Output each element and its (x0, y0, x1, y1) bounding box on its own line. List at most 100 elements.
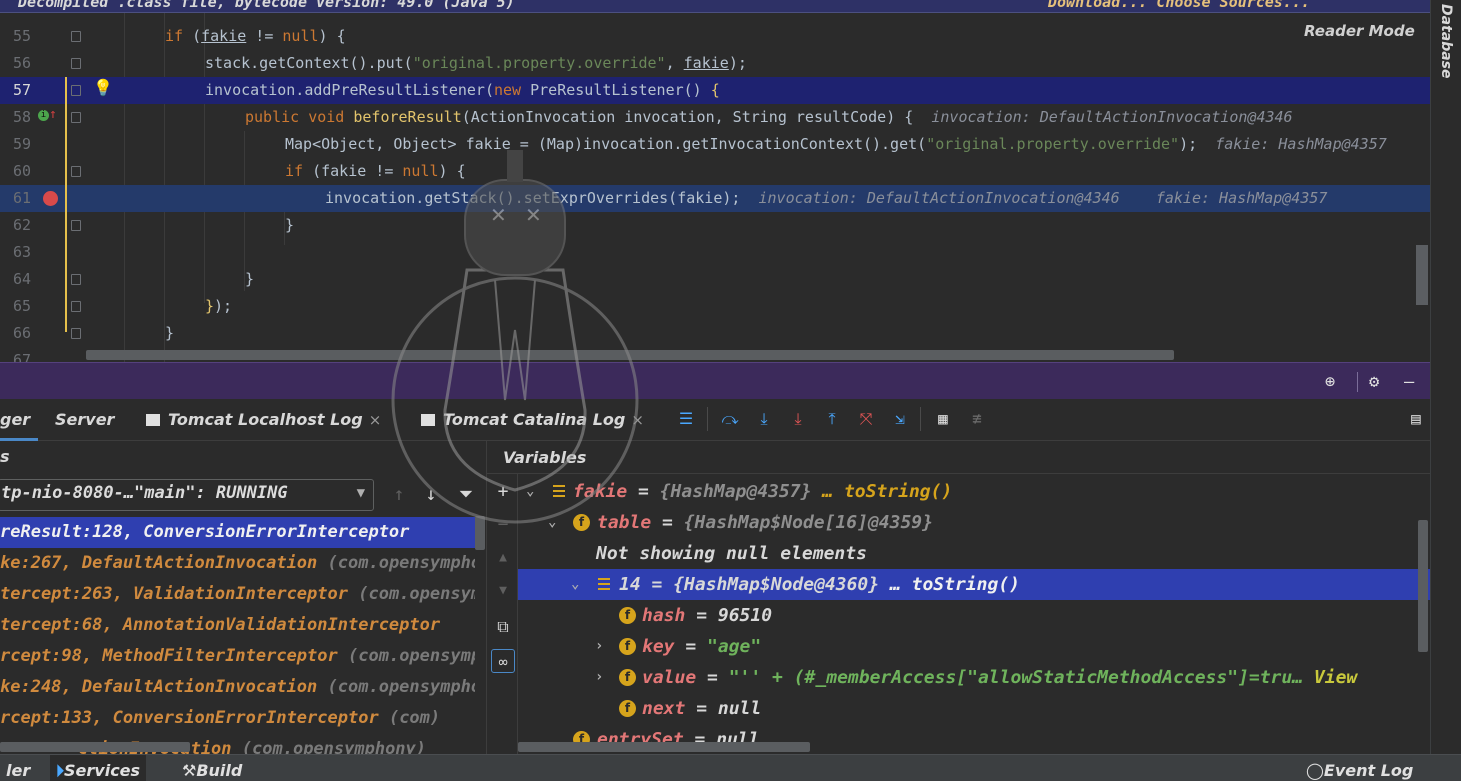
remove-watch-icon[interactable]: − (491, 513, 515, 537)
override-arrow-icon: ↑ (49, 107, 57, 122)
chevron-right-icon[interactable]: › (595, 631, 603, 662)
stack-frame[interactable]: ke:267, DefaultActionInvocation (com.ope… (0, 548, 475, 579)
chevron-down-icon[interactable]: ⌄ (526, 476, 534, 507)
stack-frame[interactable]: rcept:98, MethodFilterInterceptor (com.o… (0, 641, 475, 672)
profiler-tool-button[interactable]: ler (0, 755, 36, 781)
chevron-down-icon[interactable]: ⌄ (548, 507, 556, 538)
code-line[interactable]: 58 i ↑ public void beforeResult(ActionIn… (0, 104, 1430, 131)
fold-marker-icon[interactable] (71, 112, 81, 123)
frames-horizontal-scrollbar[interactable] (0, 742, 190, 752)
tab-debugger[interactable]: ger (0, 399, 38, 441)
code-line[interactable]: 55 if (fakie != null) { (0, 23, 1430, 50)
filter-icon[interactable]: ⏷ (453, 482, 479, 508)
move-up-icon[interactable]: ▲ (491, 546, 515, 570)
fold-marker-icon[interactable] (71, 328, 81, 339)
fold-marker-icon[interactable] (71, 58, 81, 69)
chevron-right-icon[interactable]: › (595, 662, 603, 693)
trace-icon[interactable]: ≢ (966, 408, 988, 430)
tostring-link[interactable]: … toString() (822, 481, 952, 502)
move-down-icon[interactable]: ▼ (491, 579, 515, 603)
field-icon: f (619, 700, 636, 717)
copy-icon[interactable]: ⧉ (491, 615, 515, 639)
code-line[interactable]: 65 }); (0, 293, 1430, 320)
menu-icon[interactable]: ☰ (675, 408, 697, 430)
variables-horizontal-scrollbar[interactable] (518, 742, 810, 752)
line-number: 64 (12, 270, 32, 288)
variables-vertical-scrollbar[interactable] (1418, 520, 1428, 652)
event-log-button[interactable]: ◯Event Log (1300, 755, 1419, 781)
editor-vertical-scrollbar[interactable] (1416, 245, 1428, 305)
variable-row[interactable]: f next = null (518, 693, 1430, 724)
code-editor[interactable]: 55 if (fakie != null) { 56 stack.getCont… (0, 13, 1430, 362)
fold-marker-icon[interactable] (71, 31, 81, 42)
fold-marker-icon[interactable] (71, 274, 81, 285)
code-line[interactable]: 62 } (0, 212, 1430, 239)
close-icon[interactable]: × (631, 411, 644, 429)
minimize-icon[interactable]: — (1404, 372, 1414, 392)
variable-row[interactable]: ⌄ f table = {HashMap$Node[16]@4359} (518, 507, 1430, 538)
add-watch-icon[interactable]: + (491, 480, 515, 504)
tostring-link[interactable]: … toString() (890, 574, 1020, 595)
stack-frame[interactable]: tercept:68, AnnotationValidationIntercep… (0, 610, 475, 641)
code-line[interactable]: 63 (0, 239, 1430, 266)
database-stripe-button[interactable]: Database (1438, 4, 1454, 79)
variable-row[interactable]: f hash = 96510 (518, 600, 1430, 631)
step-into-icon[interactable]: ⤓ (753, 408, 775, 430)
variable-name: next (642, 698, 686, 719)
code-line[interactable]: 64 } (0, 266, 1430, 293)
tab-server[interactable]: Server (55, 399, 114, 441)
banner-right-text[interactable]: Download... Choose Sources... (1048, 0, 1310, 11)
stack-frame[interactable]: reResult:128, ConversionErrorInterceptor (0, 517, 475, 548)
chevron-down-icon[interactable]: ⌄ (571, 569, 579, 600)
gear-icon[interactable]: ⚙ (1369, 372, 1379, 392)
line-number: 61 (12, 189, 32, 207)
variables-side-toolbar: + − ▲ ▼ ⧉ ∞ (487, 474, 518, 754)
variable-row[interactable]: › f key = "age" (518, 631, 1430, 662)
crosshair-icon[interactable]: ⊕ (1325, 372, 1335, 392)
stack-frame[interactable]: rcept:133, ConversionErrorInterceptor (c… (0, 703, 475, 734)
implements-method-icon[interactable]: i (38, 110, 49, 121)
tab-tomcat-localhost-log[interactable]: Tomcat Localhost Log × (146, 399, 381, 441)
breakpoint-icon[interactable] (43, 191, 58, 206)
variable-value: null (717, 698, 762, 719)
close-icon[interactable]: × (369, 411, 382, 429)
step-over-icon[interactable]: ⤼ (719, 408, 741, 430)
code-line[interactable]: 60 if (fakie != null) { (0, 158, 1430, 185)
build-tool-button[interactable]: ⚒Build (176, 755, 248, 781)
evaluate-expression-icon[interactable]: ▦ (932, 408, 954, 430)
code-line[interactable]: 59 Map<Object, Object> fakie = (Map)invo… (0, 131, 1430, 158)
stack-frame[interactable]: tercept:263, ValidationInterceptor (com.… (0, 579, 475, 610)
code-line-breakpoint[interactable]: 61 invocation.getStack().setExprOverride… (0, 185, 1430, 212)
lightbulb-icon[interactable]: 💡 (93, 78, 113, 97)
step-out-icon[interactable]: ⤒ (821, 408, 843, 430)
fold-marker-icon[interactable] (71, 301, 81, 312)
code-line-current[interactable]: 57 💡 invocation.addPreResultListener(new… (0, 77, 1430, 104)
variable-name: fakie (573, 481, 628, 502)
drop-frame-icon[interactable]: ⤧ (855, 408, 877, 430)
status-label: Event Log (1323, 761, 1414, 780)
frames-vertical-scrollbar[interactable] (475, 516, 485, 550)
layout-settings-icon[interactable]: ▤ (1405, 408, 1427, 430)
thread-selector-value: tp-nio-8080-…"main": RUNNING (1, 483, 288, 503)
thread-selector[interactable]: tp-nio-8080-…"main": RUNNING ▼ (0, 479, 374, 511)
variables-tree[interactable]: ⌄ fakie = {HashMap@4357} … toString() ⌄ … (518, 474, 1430, 754)
arrow-up-icon[interactable]: ↑ (386, 482, 412, 508)
reader-mode-button[interactable]: Reader Mode (1298, 22, 1421, 40)
force-step-into-icon[interactable]: ⤓ (787, 408, 809, 430)
code-line[interactable]: 56 stack.getContext().put("original.prop… (0, 50, 1430, 77)
watches-glasses-icon[interactable]: ∞ (491, 649, 515, 673)
tab-tomcat-catalina-log[interactable]: Tomcat Catalina Log × (421, 399, 644, 441)
editor-horizontal-scrollbar[interactable] (86, 350, 1174, 360)
run-to-cursor-icon[interactable]: ⇲ (889, 408, 911, 430)
view-link[interactable]: View (1314, 667, 1357, 688)
variable-row-selected[interactable]: ⌄ 14 = {HashMap$Node@4360} … toString() (518, 569, 1430, 600)
stack-frame[interactable]: ke:248, DefaultActionInvocation (com.ope… (0, 672, 475, 703)
fold-marker-icon[interactable] (71, 166, 81, 177)
arrow-down-icon[interactable]: ↓ (418, 482, 444, 508)
variable-row[interactable]: ⌄ fakie = {HashMap@4357} … toString() (518, 476, 1430, 507)
fold-marker-icon[interactable] (71, 85, 81, 96)
code-line[interactable]: 66 } (0, 320, 1430, 347)
fold-marker-icon[interactable] (71, 220, 81, 231)
services-tool-button[interactable]: ⏵Services (50, 755, 147, 781)
variable-row[interactable]: › f value = "'' + (#_memberAccess["allow… (518, 662, 1430, 693)
